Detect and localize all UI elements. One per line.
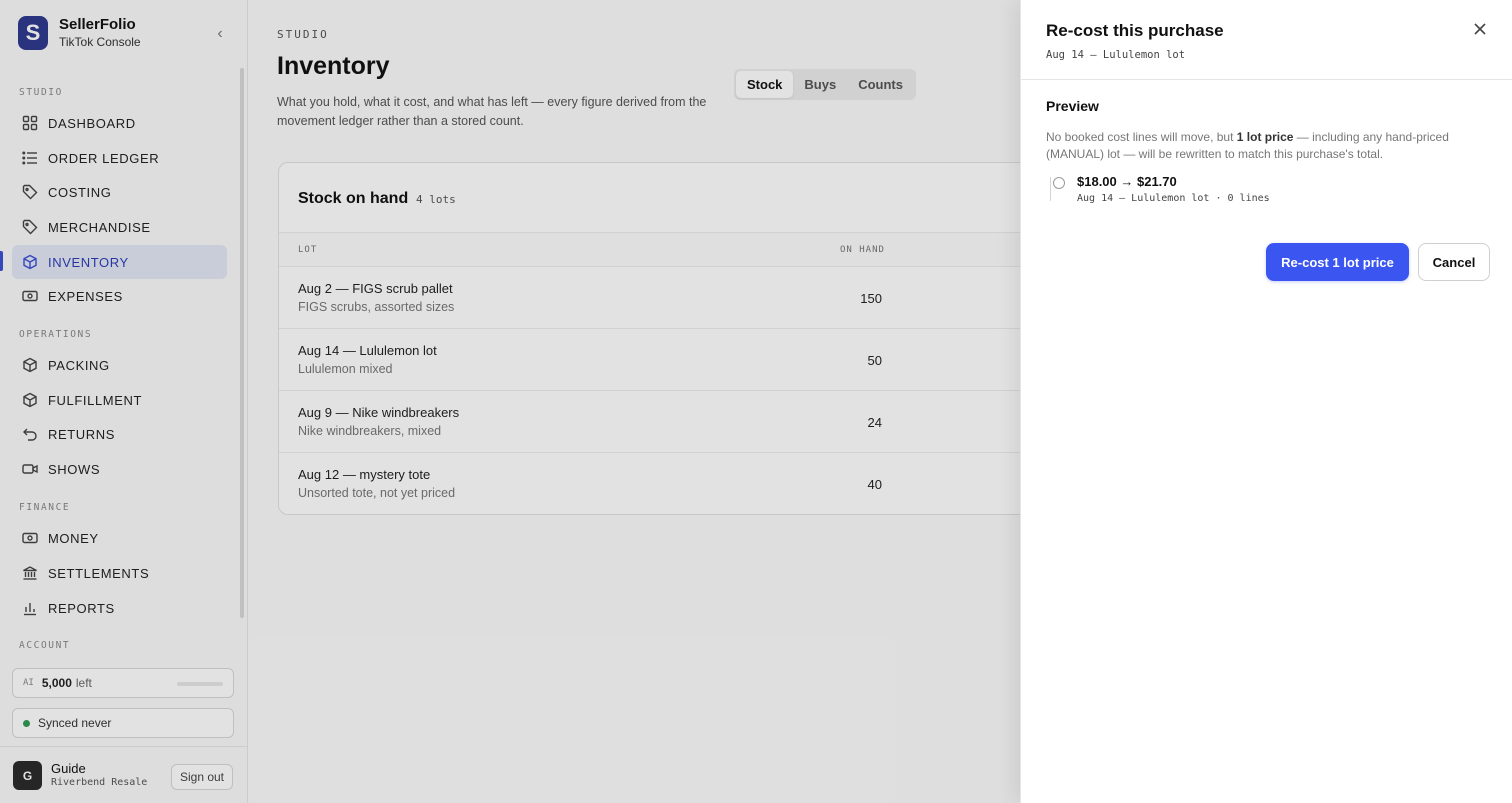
drawer-title: Re-cost this purchase	[1046, 21, 1224, 40]
drawer-divider	[1021, 79, 1512, 80]
recost-drawer: Re-cost this purchase Aug 14 — Lululemon…	[1020, 0, 1512, 803]
close-icon[interactable]	[1471, 22, 1489, 40]
price-change-detail: Aug 14 — Lululemon lot · 0 lines	[1077, 193, 1270, 204]
modal-backdrop[interactable]	[0, 0, 1020, 803]
preview-text-emphasis: 1 lot price	[1236, 130, 1294, 144]
timeline-dot-icon	[1053, 177, 1065, 189]
price-change: $18.00 → $21.70	[1077, 174, 1177, 189]
cancel-button[interactable]: Cancel	[1418, 243, 1490, 281]
drawer-subtitle: Aug 14 — Lululemon lot	[1046, 49, 1186, 61]
preview-heading: Preview	[1046, 98, 1099, 114]
timeline-line	[1050, 177, 1051, 201]
preview-description: No booked cost lines will move, but 1 lo…	[1046, 129, 1466, 163]
preview-text-start: No booked cost lines will move, but	[1046, 130, 1237, 144]
recost-button[interactable]: Re-cost 1 lot price	[1266, 243, 1409, 281]
